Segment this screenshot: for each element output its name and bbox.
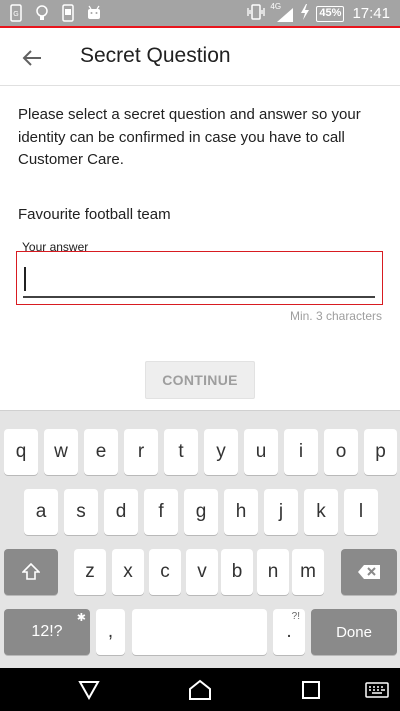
period-label: . [286,621,292,642]
gear-icon: ✱ [76,612,86,624]
signal-icon: 4G [270,2,294,23]
tablet-icon [60,4,76,22]
key-x[interactable]: x [112,549,144,595]
key-f[interactable]: f [144,489,178,535]
backspace-icon [358,565,380,579]
key-b[interactable]: b [221,549,253,595]
key-l[interactable]: l [344,489,378,535]
shift-key[interactable] [4,549,58,595]
key-j[interactable]: j [264,489,298,535]
answer-input[interactable] [23,264,375,298]
key-r[interactable]: r [124,429,158,475]
nav-recents-button[interactable] [296,675,326,705]
key-h[interactable]: h [224,489,258,535]
back-button[interactable] [18,44,46,72]
symbols-label: 12!? [31,623,63,640]
symbols-key[interactable]: 12!? ✱ [4,609,90,655]
description-text: Please select a secret question and answ… [18,106,361,168]
page-title: Secret Question [80,44,231,67]
key-a[interactable]: a [24,489,58,535]
nav-home-button[interactable] [185,675,215,705]
period-key[interactable]: . ?! [273,609,305,655]
key-g[interactable]: g [184,489,218,535]
phone-icon: G [8,4,24,22]
android-icon [86,4,102,22]
key-u[interactable]: u [244,429,278,475]
charging-icon [300,4,310,23]
app-bar: Secret Question [0,30,400,86]
key-e[interactable]: e [84,429,118,475]
key-z[interactable]: z [74,549,106,595]
done-key[interactable]: Done [311,609,397,655]
key-m[interactable]: m [292,549,324,595]
key-i[interactable]: i [284,429,318,475]
svg-text:G: G [13,11,18,18]
key-c[interactable]: c [149,549,181,595]
key-w[interactable]: w [44,429,78,475]
key-k[interactable]: k [304,489,338,535]
keyboard-switch-button[interactable] [362,675,392,705]
soft-keyboard: q w e r t y u i o p a s d f g h j k l z … [0,410,400,668]
key-d[interactable]: d [104,489,138,535]
period-sub-label: ?! [291,611,300,622]
vibrate-icon [246,4,266,23]
backspace-key[interactable] [341,549,397,595]
triangle-back-icon [78,681,100,700]
answer-hint: Min. 3 characters [289,309,382,323]
battery-level: 45% [316,5,345,22]
shift-icon [22,563,40,580]
recents-icon [302,681,320,699]
nav-back-button[interactable] [74,675,104,705]
arrow-back-icon [22,50,41,66]
key-s[interactable]: s [64,489,98,535]
key-v[interactable]: v [186,549,218,595]
key-y[interactable]: y [204,429,238,475]
text-cursor [24,267,26,291]
navigation-bar [0,668,400,711]
status-bar: G 4G 45% 17:41 [0,0,400,28]
answer-field-container [16,251,383,305]
continue-button[interactable]: CONTINUE [145,361,255,399]
key-q[interactable]: q [4,429,38,475]
comma-key[interactable]: , [96,609,125,655]
keyboard-icon [365,682,389,698]
key-n[interactable]: n [257,549,289,595]
space-key[interactable] [132,609,267,655]
key-p[interactable]: p [364,429,397,475]
key-t[interactable]: t [164,429,198,475]
home-icon [189,679,211,700]
secret-question: Favourite football team [18,206,171,223]
key-o[interactable]: o [324,429,358,475]
clock: 17:41 [352,5,390,22]
lightbulb-icon [34,4,50,22]
